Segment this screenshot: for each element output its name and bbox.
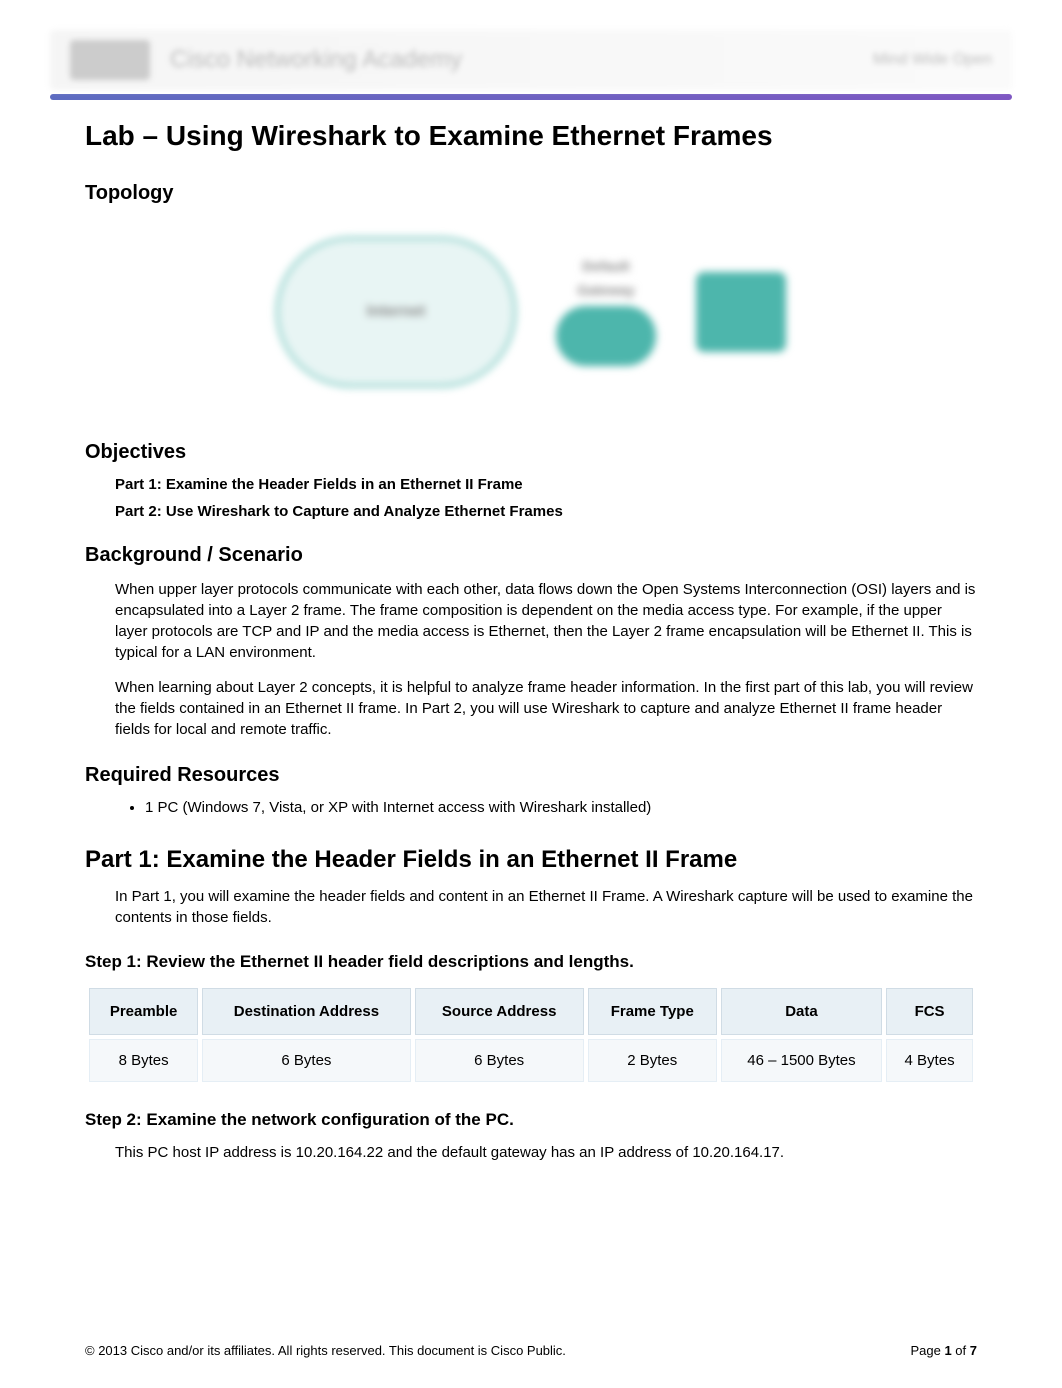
td-frame-type: 2 Bytes [588, 1039, 717, 1082]
ethernet-frame-table: Preamble Destination Address Source Addr… [85, 984, 977, 1086]
cloud-label: Internet [367, 303, 426, 321]
td-src-address: 6 Bytes [415, 1039, 584, 1082]
page-sep: of [952, 1343, 970, 1358]
footer-page-number: Page 1 of 7 [910, 1343, 977, 1358]
page-current: 1 [944, 1343, 951, 1358]
router-group: Default Gateway [556, 258, 656, 366]
table-row: 8 Bytes 6 Bytes 6 Bytes 2 Bytes 46 – 150… [89, 1039, 973, 1082]
page-footer: © 2013 Cisco and/or its affiliates. All … [50, 1343, 1012, 1358]
td-dest-address: 6 Bytes [202, 1039, 410, 1082]
objectives-heading: Objectives [85, 441, 977, 464]
objective-item: Part 1: Examine the Header Fields in an … [115, 476, 977, 493]
background-heading: Background / Scenario [85, 544, 977, 567]
th-fcs: FCS [886, 988, 973, 1035]
step1-heading: Step 1: Review the Ethernet II header fi… [85, 952, 977, 972]
topology-diagram: Internet Default Gateway [85, 217, 977, 417]
header-brand-text: Cisco Networking Academy [170, 46, 873, 74]
objectives-list: Part 1: Examine the Header Fields in an … [85, 476, 977, 520]
page-title: Lab – Using Wireshark to Examine Etherne… [85, 120, 977, 152]
router-label-bottom: Gateway [577, 282, 635, 298]
internet-cloud: Internet [276, 237, 516, 387]
header-accent-bar [50, 94, 1012, 100]
main-content: Lab – Using Wireshark to Examine Etherne… [50, 120, 1012, 1163]
th-dest-address: Destination Address [202, 988, 410, 1035]
th-src-address: Source Address [415, 988, 584, 1035]
background-para1: When upper layer protocols communicate w… [85, 579, 977, 663]
td-preamble: 8 Bytes [89, 1039, 198, 1082]
td-fcs: 4 Bytes [886, 1039, 973, 1082]
page-prefix: Page [910, 1343, 944, 1358]
objective-item: Part 2: Use Wireshark to Capture and Ana… [115, 503, 977, 520]
th-frame-type: Frame Type [588, 988, 717, 1035]
resources-list: 1 PC (Windows 7, Vista, or XP with Inter… [85, 799, 977, 816]
pc-icon [696, 272, 786, 352]
part1-heading: Part 1: Examine the Header Fields in an … [85, 846, 977, 874]
background-para2: When learning about Layer 2 concepts, it… [85, 677, 977, 740]
step2-heading: Step 2: Examine the network configuratio… [85, 1110, 977, 1130]
step2-body: This PC host IP address is 10.20.164.22 … [85, 1142, 977, 1163]
footer-copyright: © 2013 Cisco and/or its affiliates. All … [85, 1343, 566, 1358]
router-icon [556, 306, 656, 366]
page-total: 7 [970, 1343, 977, 1358]
page-header-banner: Cisco Networking Academy Mind Wide Open [50, 30, 1012, 90]
part1-intro: In Part 1, you will examine the header f… [85, 886, 977, 928]
header-right-text: Mind Wide Open [873, 51, 992, 69]
resource-item: 1 PC (Windows 7, Vista, or XP with Inter… [145, 799, 977, 816]
topology-heading: Topology [85, 182, 977, 205]
td-data: 46 – 1500 Bytes [721, 1039, 882, 1082]
router-label-top: Default [582, 258, 629, 274]
cisco-logo [70, 40, 150, 80]
table-header-row: Preamble Destination Address Source Addr… [89, 988, 973, 1035]
th-data: Data [721, 988, 882, 1035]
th-preamble: Preamble [89, 988, 198, 1035]
resources-heading: Required Resources [85, 764, 977, 787]
